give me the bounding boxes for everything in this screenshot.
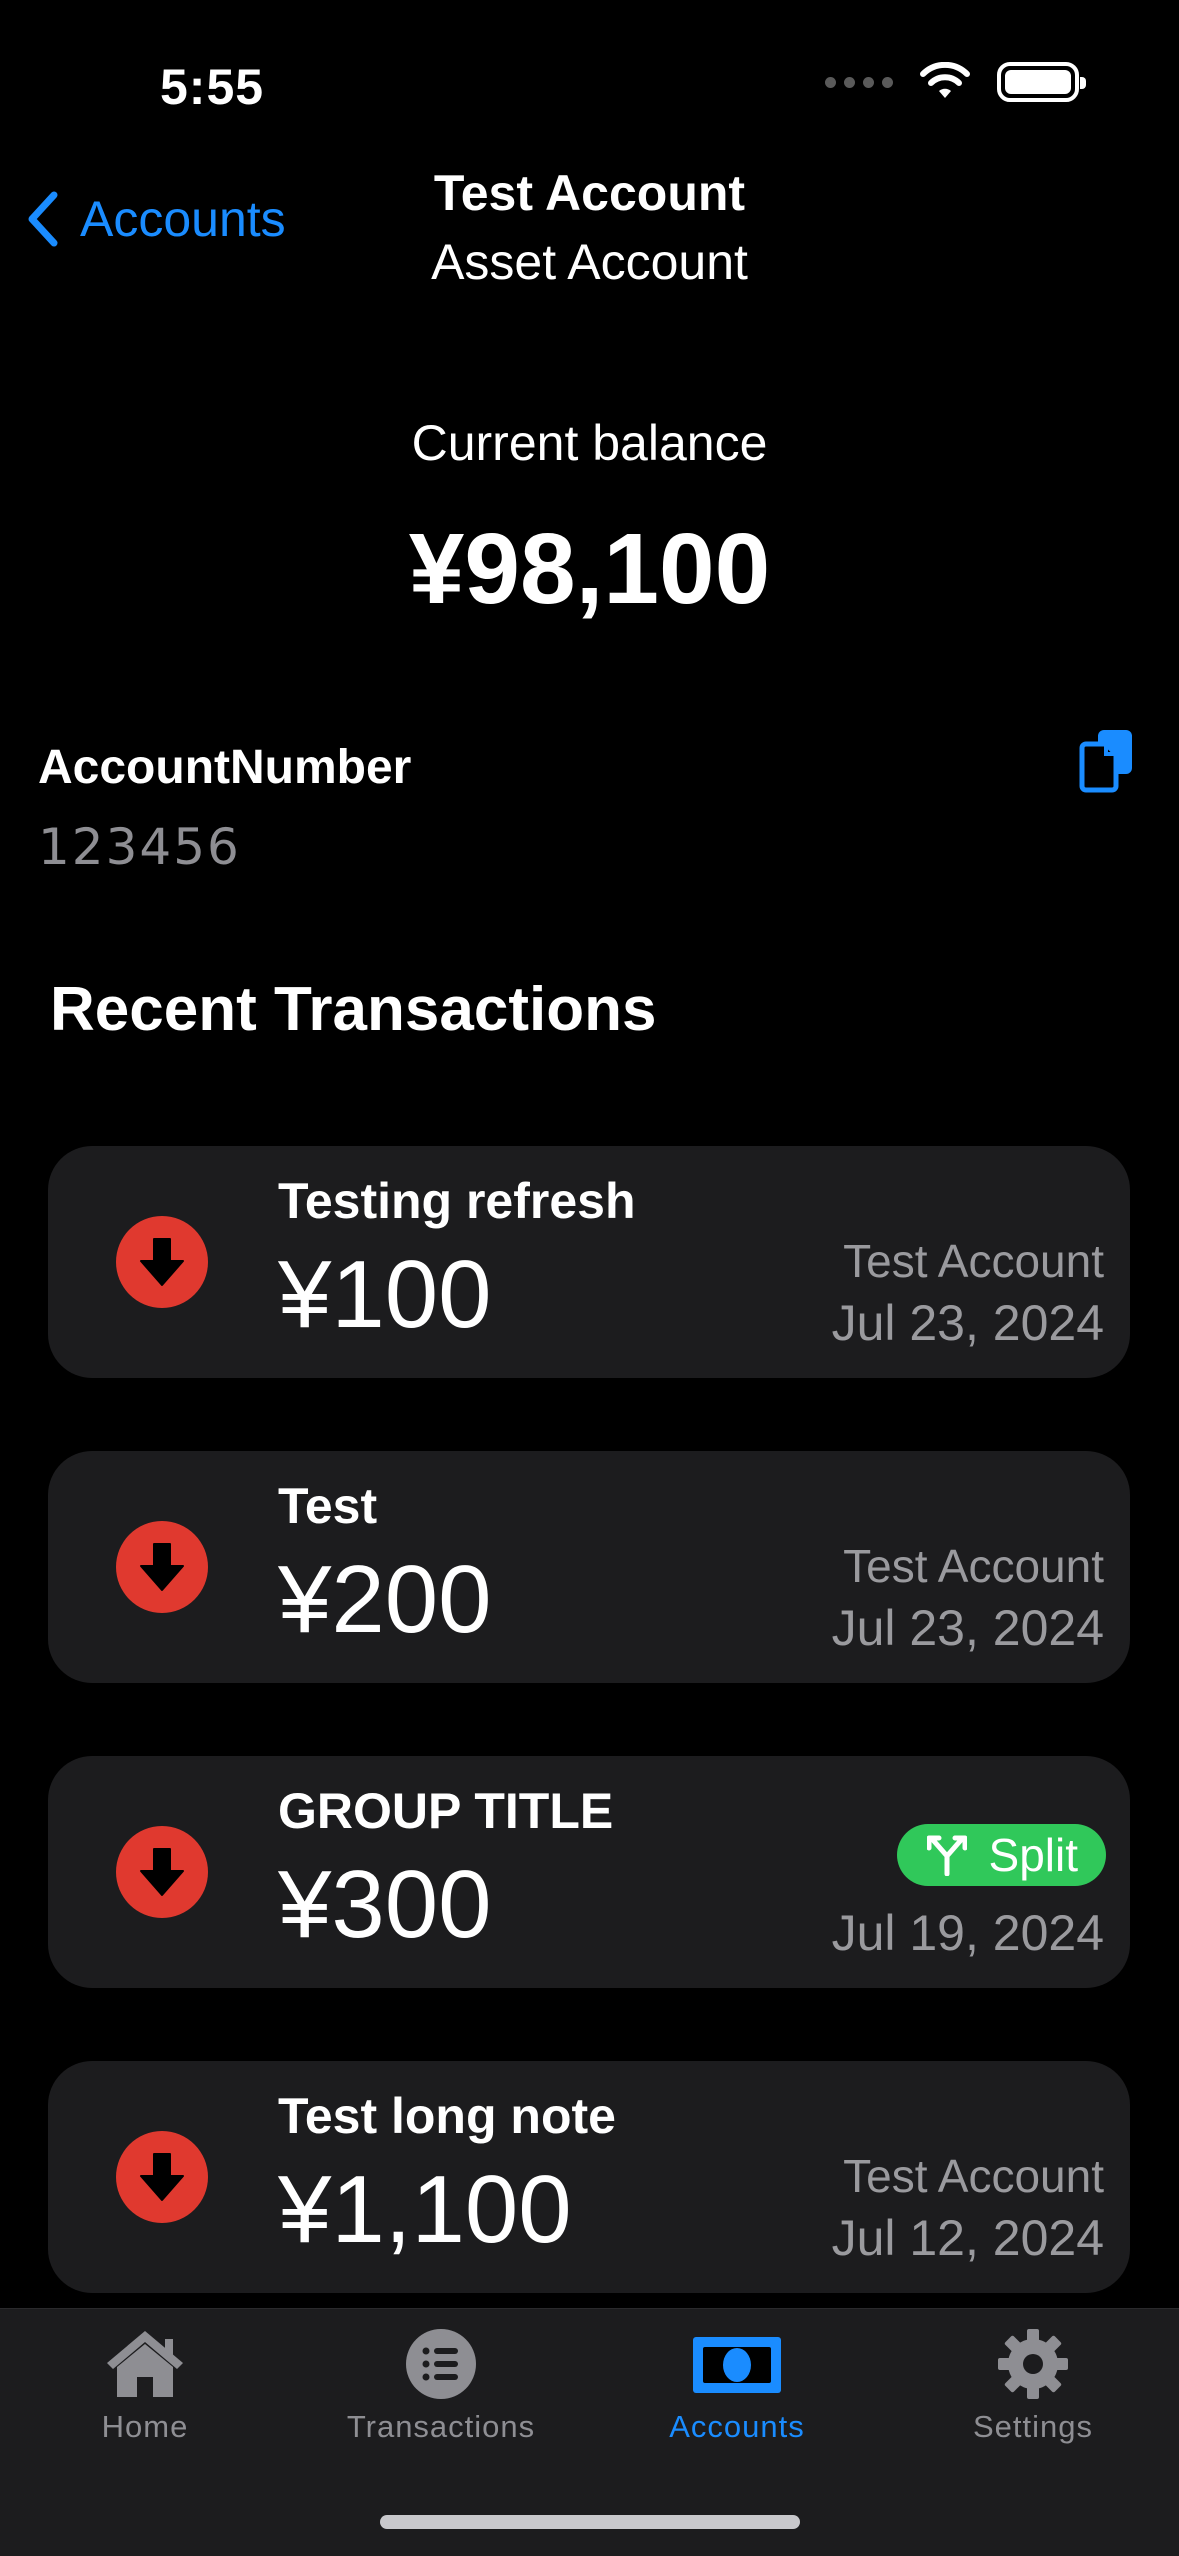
page-title: Test Account: [433, 165, 746, 221]
list-icon: [406, 2329, 476, 2399]
balance-label: Current balance: [411, 415, 768, 471]
withdrawal-arrow-icon: [116, 1826, 208, 1918]
wifi-icon: [920, 62, 970, 98]
tab-accounts-label: Accounts: [669, 2409, 805, 2444]
account-number-label: AccountNumber: [38, 741, 412, 794]
tab-settings-label: Settings: [972, 2409, 1093, 2444]
transaction-date: Jul 23, 2024: [831, 1295, 1104, 1351]
split-badge-label: Split: [988, 1829, 1078, 1881]
transaction-amount: ¥300: [278, 1851, 492, 1958]
transaction-date: Jul 19, 2024: [831, 1905, 1104, 1961]
withdrawal-arrow-icon: [116, 1216, 208, 1308]
tab-transactions-label: Transactions: [346, 2409, 536, 2444]
account-number-value: 123456: [38, 818, 241, 876]
transaction-date: Jul 23, 2024: [831, 1600, 1104, 1656]
status-icons: [825, 62, 1086, 102]
banknote-icon: [693, 2337, 781, 2393]
tab-settings[interactable]: Settings: [903, 2327, 1163, 2445]
copy-icon[interactable]: [1078, 728, 1138, 794]
battery-icon: [997, 62, 1086, 102]
page-subtitle: Asset Account: [431, 234, 748, 290]
withdrawal-arrow-icon: [116, 2131, 208, 2223]
tab-home[interactable]: Home: [15, 2327, 275, 2445]
tab-home-label: Home: [101, 2409, 189, 2444]
transaction-account: Test Account: [843, 2150, 1104, 2202]
transaction-card[interactable]: Testing refresh ¥100 Test Account Jul 23…: [48, 1146, 1130, 1378]
withdrawal-arrow-icon: [116, 1521, 208, 1613]
home-indicator[interactable]: [380, 2515, 800, 2529]
transaction-title: Test long note: [278, 2088, 616, 2144]
transaction-amount: ¥1,100: [278, 2156, 572, 2263]
transaction-amount: ¥100: [278, 1241, 492, 1348]
gear-icon: [998, 2329, 1068, 2399]
status-time: 5:55: [160, 59, 265, 115]
house-icon: [107, 2331, 183, 2397]
transaction-title: Testing refresh: [278, 1173, 636, 1229]
tab-accounts[interactable]: Accounts: [607, 2327, 867, 2445]
screen: 5:55 Accounts Test Account Asset Account…: [0, 0, 1179, 2556]
transaction-title: Test: [278, 1478, 378, 1534]
transaction-card[interactable]: Test ¥200 Test Account Jul 23, 2024: [48, 1451, 1130, 1683]
transaction-title: GROUP TITLE: [278, 1783, 614, 1839]
transaction-card[interactable]: Test long note ¥1,100 Test Account Jul 1…: [48, 2061, 1130, 2293]
transaction-card[interactable]: GROUP TITLE ¥300 Split Jul 19, 2024: [48, 1756, 1130, 1988]
tab-transactions[interactable]: Transactions: [311, 2327, 571, 2445]
cellular-signal-icon: [825, 76, 893, 88]
tab-bar: Home Transactions Accounts Settings: [0, 2308, 1179, 2556]
transaction-account: Test Account: [843, 1540, 1104, 1592]
section-title-recent-transactions: Recent Transactions: [50, 975, 657, 1044]
balance-amount: ¥98,100: [408, 513, 771, 625]
transaction-amount: ¥200: [278, 1546, 492, 1653]
split-icon: [926, 1835, 967, 1876]
transaction-date: Jul 12, 2024: [831, 2210, 1104, 2266]
transaction-account: Test Account: [843, 1235, 1104, 1287]
split-badge: Split: [896, 1824, 1106, 1886]
